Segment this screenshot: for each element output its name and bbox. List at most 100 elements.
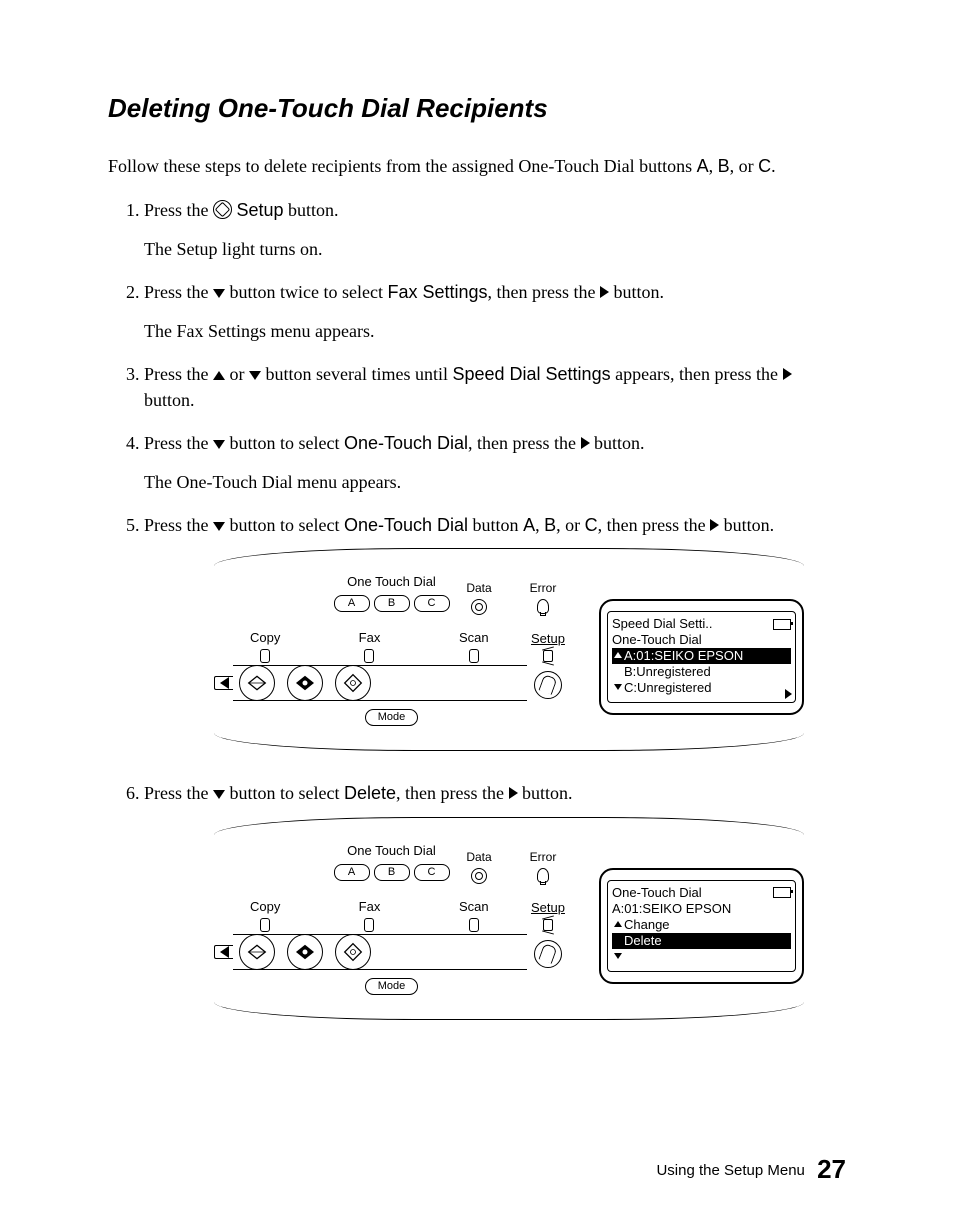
battery-icon bbox=[773, 619, 791, 630]
arrow-up-icon bbox=[614, 652, 622, 658]
setup-button-icon bbox=[534, 940, 562, 968]
lcd-screen-2: One-Touch Dial A:01:SEIKO EPSON Change D… bbox=[599, 868, 804, 984]
mode-button: Mode bbox=[365, 709, 419, 726]
device-controls-illustration: One Touch Dial A B C Data bbox=[214, 573, 569, 726]
one-touch-c-button: C bbox=[414, 864, 450, 881]
text: Press the bbox=[144, 433, 213, 453]
one-touch-b-button: B bbox=[374, 595, 410, 612]
scan-mode-button-icon bbox=[335, 665, 371, 701]
error-led-icon bbox=[537, 599, 549, 614]
arrow-down-icon bbox=[614, 684, 622, 690]
decorative-line bbox=[214, 999, 804, 1020]
text: appears, then press the bbox=[611, 364, 783, 384]
button-c-label: C bbox=[585, 515, 598, 535]
one-touch-dial-panel-label: One Touch Dial bbox=[347, 574, 436, 589]
one-touch-dial-label: One-Touch Dial bbox=[344, 433, 468, 453]
mode-button: Mode bbox=[365, 978, 419, 995]
error-led-label: Error bbox=[530, 581, 557, 595]
text: button to select bbox=[225, 783, 344, 803]
data-led-icon bbox=[471, 868, 487, 884]
one-touch-a-button: A bbox=[334, 864, 370, 881]
lcd-item-blank bbox=[612, 949, 791, 965]
left-arrow-icon bbox=[214, 945, 233, 959]
button-c-label: C bbox=[758, 156, 771, 176]
text: button. bbox=[590, 433, 645, 453]
setup-light-icon bbox=[543, 650, 553, 662]
setup-button-icon bbox=[534, 671, 562, 699]
copy-mode-label: Copy bbox=[214, 629, 316, 647]
arrow-down-icon bbox=[213, 522, 225, 531]
step-result: The Setup light turns on. bbox=[144, 237, 846, 262]
intro-paragraph: Follow these steps to delete recipients … bbox=[108, 154, 846, 179]
setup-mode-label: Setup bbox=[531, 900, 565, 915]
cord-icon bbox=[364, 918, 374, 932]
arrow-right-icon bbox=[785, 689, 792, 699]
footer-section-label: Using the Setup Menu bbox=[656, 1162, 804, 1179]
one-touch-a-button: A bbox=[334, 595, 370, 612]
text: , bbox=[535, 515, 544, 535]
decorative-line bbox=[214, 730, 804, 751]
fax-mode-button-icon bbox=[287, 665, 323, 701]
lcd-item-b: B:Unregistered bbox=[612, 664, 791, 680]
lcd-title: One-Touch Dial bbox=[612, 885, 702, 901]
one-touch-c-button: C bbox=[414, 595, 450, 612]
text: button. bbox=[284, 200, 339, 220]
one-touch-dial-panel-label: One Touch Dial bbox=[347, 843, 436, 858]
cord-icon bbox=[469, 918, 479, 932]
arrow-down-icon bbox=[213, 790, 225, 799]
arrow-right-icon bbox=[710, 519, 719, 531]
fax-settings-label: Fax Settings bbox=[387, 282, 487, 302]
delete-label: Delete bbox=[344, 783, 396, 803]
data-led-icon bbox=[471, 599, 487, 615]
arrow-right-icon bbox=[600, 286, 609, 298]
arrow-down-icon bbox=[249, 371, 261, 380]
button-b-label: B bbox=[544, 515, 556, 535]
text: button to select bbox=[225, 515, 344, 535]
lcd-screen-1: Speed Dial Setti.. One-Touch Dial A:01:S… bbox=[599, 599, 804, 715]
lcd-title: Speed Dial Setti.. bbox=[612, 616, 712, 632]
text: Press the bbox=[144, 364, 213, 384]
cord-icon bbox=[260, 918, 270, 932]
arrow-up-icon bbox=[614, 921, 622, 927]
step-3: Press the or button several times until … bbox=[144, 362, 846, 412]
text: button several times until bbox=[261, 364, 452, 384]
decorative-line bbox=[214, 548, 804, 569]
data-led-label: Data bbox=[466, 581, 491, 595]
cord-icon bbox=[364, 649, 374, 663]
text: Press the bbox=[144, 200, 213, 220]
step-result: The One-Touch Dial menu appears. bbox=[144, 470, 846, 495]
arrow-down-icon bbox=[614, 953, 622, 959]
lcd-selected-item: Delete bbox=[612, 933, 791, 949]
lcd-item-change: Change bbox=[612, 917, 791, 933]
lcd-item-c: C:Unregistered bbox=[612, 680, 791, 696]
step-1: Press the Setup button. The Setup light … bbox=[144, 198, 846, 262]
copy-mode-button-icon bbox=[239, 665, 275, 701]
device-controls-illustration: One Touch Dial A B C Data bbox=[214, 842, 569, 995]
page-footer: Using the Setup Menu 27 bbox=[656, 1151, 846, 1187]
step-5: Press the button to select One-Touch Dia… bbox=[144, 513, 846, 751]
text: Press the bbox=[144, 783, 213, 803]
cord-icon bbox=[469, 649, 479, 663]
lcd-item-a: A:01:SEIKO EPSON bbox=[624, 648, 743, 663]
text: button to select bbox=[225, 433, 344, 453]
error-led-label: Error bbox=[530, 850, 557, 864]
arrow-right-icon bbox=[581, 437, 590, 449]
lcd-item-c-text: C:Unregistered bbox=[624, 680, 711, 695]
text: button twice to select bbox=[225, 282, 387, 302]
fax-mode-label: Fax bbox=[318, 898, 420, 916]
one-touch-dial-label: One-Touch Dial bbox=[344, 515, 468, 535]
fax-mode-label: Fax bbox=[318, 629, 420, 647]
step-6: Press the button to select Delete, then … bbox=[144, 781, 846, 1019]
arrow-down-icon bbox=[213, 440, 225, 449]
text: , or bbox=[730, 156, 759, 176]
text: button. bbox=[144, 390, 195, 410]
scan-mode-label: Scan bbox=[423, 629, 525, 647]
setup-mode-label: Setup bbox=[531, 631, 565, 646]
button-a-label: A bbox=[523, 515, 535, 535]
text: , or bbox=[556, 515, 585, 535]
fax-mode-button-icon bbox=[287, 934, 323, 970]
text: , bbox=[709, 156, 718, 176]
text: , then press the bbox=[598, 515, 710, 535]
cord-icon bbox=[260, 649, 270, 663]
battery-icon bbox=[773, 887, 791, 898]
